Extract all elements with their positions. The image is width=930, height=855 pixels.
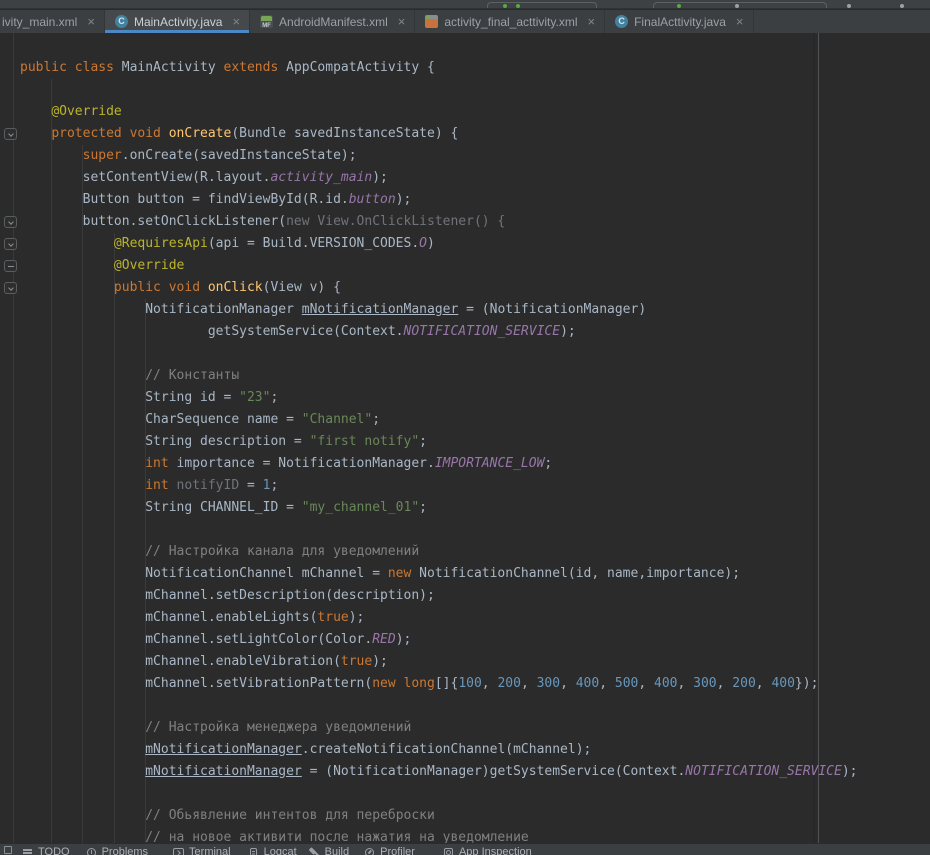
tab-label: AndroidManifest.xml (279, 15, 388, 29)
code-line: @Override (20, 255, 858, 277)
tool-window-stripe-icon[interactable] (4, 846, 12, 854)
xml-layout-icon (425, 15, 438, 28)
toolbar-icon[interactable] (735, 4, 739, 8)
fold-marker-chevron-icon[interactable] (4, 238, 17, 250)
fold-marker-chevron-icon[interactable] (4, 128, 17, 140)
main-toolbar-sliver (0, 0, 930, 9)
build-icon (309, 847, 320, 855)
code-line: @Override (20, 101, 858, 123)
tool-window-button-profiler[interactable]: Profiler (364, 846, 415, 855)
code-line: mChannel.enableVibration(true); (20, 651, 858, 673)
appinspect-icon (443, 847, 454, 855)
tool-window-label: Logcat (264, 846, 297, 855)
code-line: protected void onCreate(Bundle savedInst… (20, 123, 858, 145)
chevron-icon (8, 241, 14, 247)
todo-icon (22, 847, 33, 855)
close-icon[interactable]: × (736, 15, 744, 28)
code-line: mNotificationManager.createNotificationC… (20, 739, 858, 761)
toolbar-icon[interactable] (847, 4, 851, 8)
editor-tab-bar: ivity_main.xml × C MainActivity.java × MF Andr… (0, 10, 930, 33)
code-line: mChannel.setLightColor(Color.RED); (20, 629, 858, 651)
code-line: Button button = findViewById(R.id.button… (20, 189, 858, 211)
code-line: @RequiresApi(api = Build.VERSION_CODES.O… (20, 233, 858, 255)
code-line (20, 783, 858, 805)
code-line: int notifyID = 1; (20, 475, 858, 497)
tool-window-label: App Inspection (459, 846, 532, 855)
tab-label: MainActivity.java (134, 15, 222, 29)
tab-ivity_main.xml[interactable]: ivity_main.xml × (0, 10, 105, 33)
code-line: int importance = NotificationManager.IMP… (20, 453, 858, 475)
code-line: mChannel.setDescription(description); (20, 585, 858, 607)
close-icon[interactable]: × (232, 15, 240, 28)
chevron-icon (8, 219, 14, 225)
terminal-icon (173, 847, 184, 855)
code-line: public void onClick(View v) { (20, 277, 858, 299)
tab-label: activity_final_acttivity.xml (444, 15, 577, 29)
code-line: mChannel.setVibrationPattern(new long[]{… (20, 673, 858, 695)
tool-window-button-problems[interactable]: Problems (86, 846, 148, 855)
tool-window-label: Problems (102, 846, 148, 855)
code-line: // Константы (20, 365, 858, 387)
run-icon[interactable] (677, 4, 681, 8)
code-content: public class MainActivity extends AppCom… (0, 57, 858, 843)
code-line: NotificationManager mNotificationManager… (20, 299, 858, 321)
tool-window-button-build[interactable]: Build (309, 846, 349, 855)
code-line (20, 79, 858, 101)
code-line: mNotificationManager = (NotificationMana… (20, 761, 858, 783)
tool-window-label: TODO (38, 846, 70, 855)
fold-marker-chevron-icon[interactable] (4, 282, 17, 294)
code-line (20, 519, 858, 541)
code-line: NotificationChannel mChannel = new Notif… (20, 563, 858, 585)
code-line: getSystemService(Context.NOTIFICATION_SE… (20, 321, 858, 343)
run-icon[interactable] (503, 4, 507, 8)
run-icon[interactable] (516, 4, 520, 8)
chevron-icon (8, 131, 14, 137)
code-line: // на новое активити после нажатия на ув… (20, 827, 858, 843)
java-class-icon: C (615, 15, 628, 28)
close-icon[interactable]: × (398, 15, 406, 28)
logcat-icon (248, 847, 259, 855)
code-line: CharSequence name = "Channel"; (20, 409, 858, 431)
code-line: setContentView(R.layout.activity_main); (20, 167, 858, 189)
code-editor[interactable]: public class MainActivity extends AppCom… (0, 33, 930, 843)
tab-FinalActtivity.java[interactable]: C FinalActtivity.java × (605, 10, 753, 33)
problems-icon (86, 847, 97, 855)
code-line: // Обьявление интентов для переброски (20, 805, 858, 827)
code-line: String id = "23"; (20, 387, 858, 409)
tab-AndroidManifest.xml[interactable]: MF AndroidManifest.xml × (250, 10, 415, 33)
tool-window-label: Terminal (189, 846, 231, 855)
code-line (20, 695, 858, 717)
java-class-icon: C (115, 15, 128, 28)
code-line: String description = "first notify"; (20, 431, 858, 453)
tab-label: ivity_main.xml (2, 15, 77, 29)
code-line: public class MainActivity extends AppCom… (20, 57, 858, 79)
close-icon[interactable]: × (588, 15, 596, 28)
tool-window-label: Profiler (380, 846, 415, 855)
tool-window-label: Build (325, 846, 349, 855)
tab-activity_final_acttivity.xml[interactable]: activity_final_acttivity.xml × (415, 10, 605, 33)
tab-label: FinalActtivity.java (634, 15, 726, 29)
code-line (20, 343, 858, 365)
fold-marker-minus-icon[interactable] (4, 260, 17, 272)
profiler-icon (364, 847, 375, 855)
code-line: button.setOnClickListener(new View.OnCli… (20, 211, 858, 233)
toolbar-icon[interactable] (900, 4, 904, 8)
code-line: // Настройка менеджера уведомлений (20, 717, 858, 739)
tab-MainActivity.java[interactable]: C MainActivity.java × (105, 10, 250, 33)
code-line: // Настройка канала для уведомлений (20, 541, 858, 563)
close-icon[interactable]: × (87, 15, 95, 28)
tool-window-button-logcat[interactable]: Logcat (248, 846, 297, 855)
code-line: String CHANNEL_ID = "my_channel_01"; (20, 497, 858, 519)
android-manifest-icon: MF (260, 15, 273, 28)
tool-window-button-todo[interactable]: TODO (22, 846, 70, 855)
fold-marker-chevron-icon[interactable] (4, 216, 17, 228)
code-line: super.onCreate(savedInstanceState); (20, 145, 858, 167)
tool-window-button-app-inspection[interactable]: App Inspection (443, 846, 532, 855)
code-line: mChannel.enableLights(true); (20, 607, 858, 629)
minus-icon (8, 266, 14, 268)
chevron-icon (8, 285, 14, 291)
tool-window-bar: TODO Problems Terminal Logcat Build Profiler A… (0, 843, 930, 855)
tool-window-button-terminal[interactable]: Terminal (173, 846, 231, 855)
